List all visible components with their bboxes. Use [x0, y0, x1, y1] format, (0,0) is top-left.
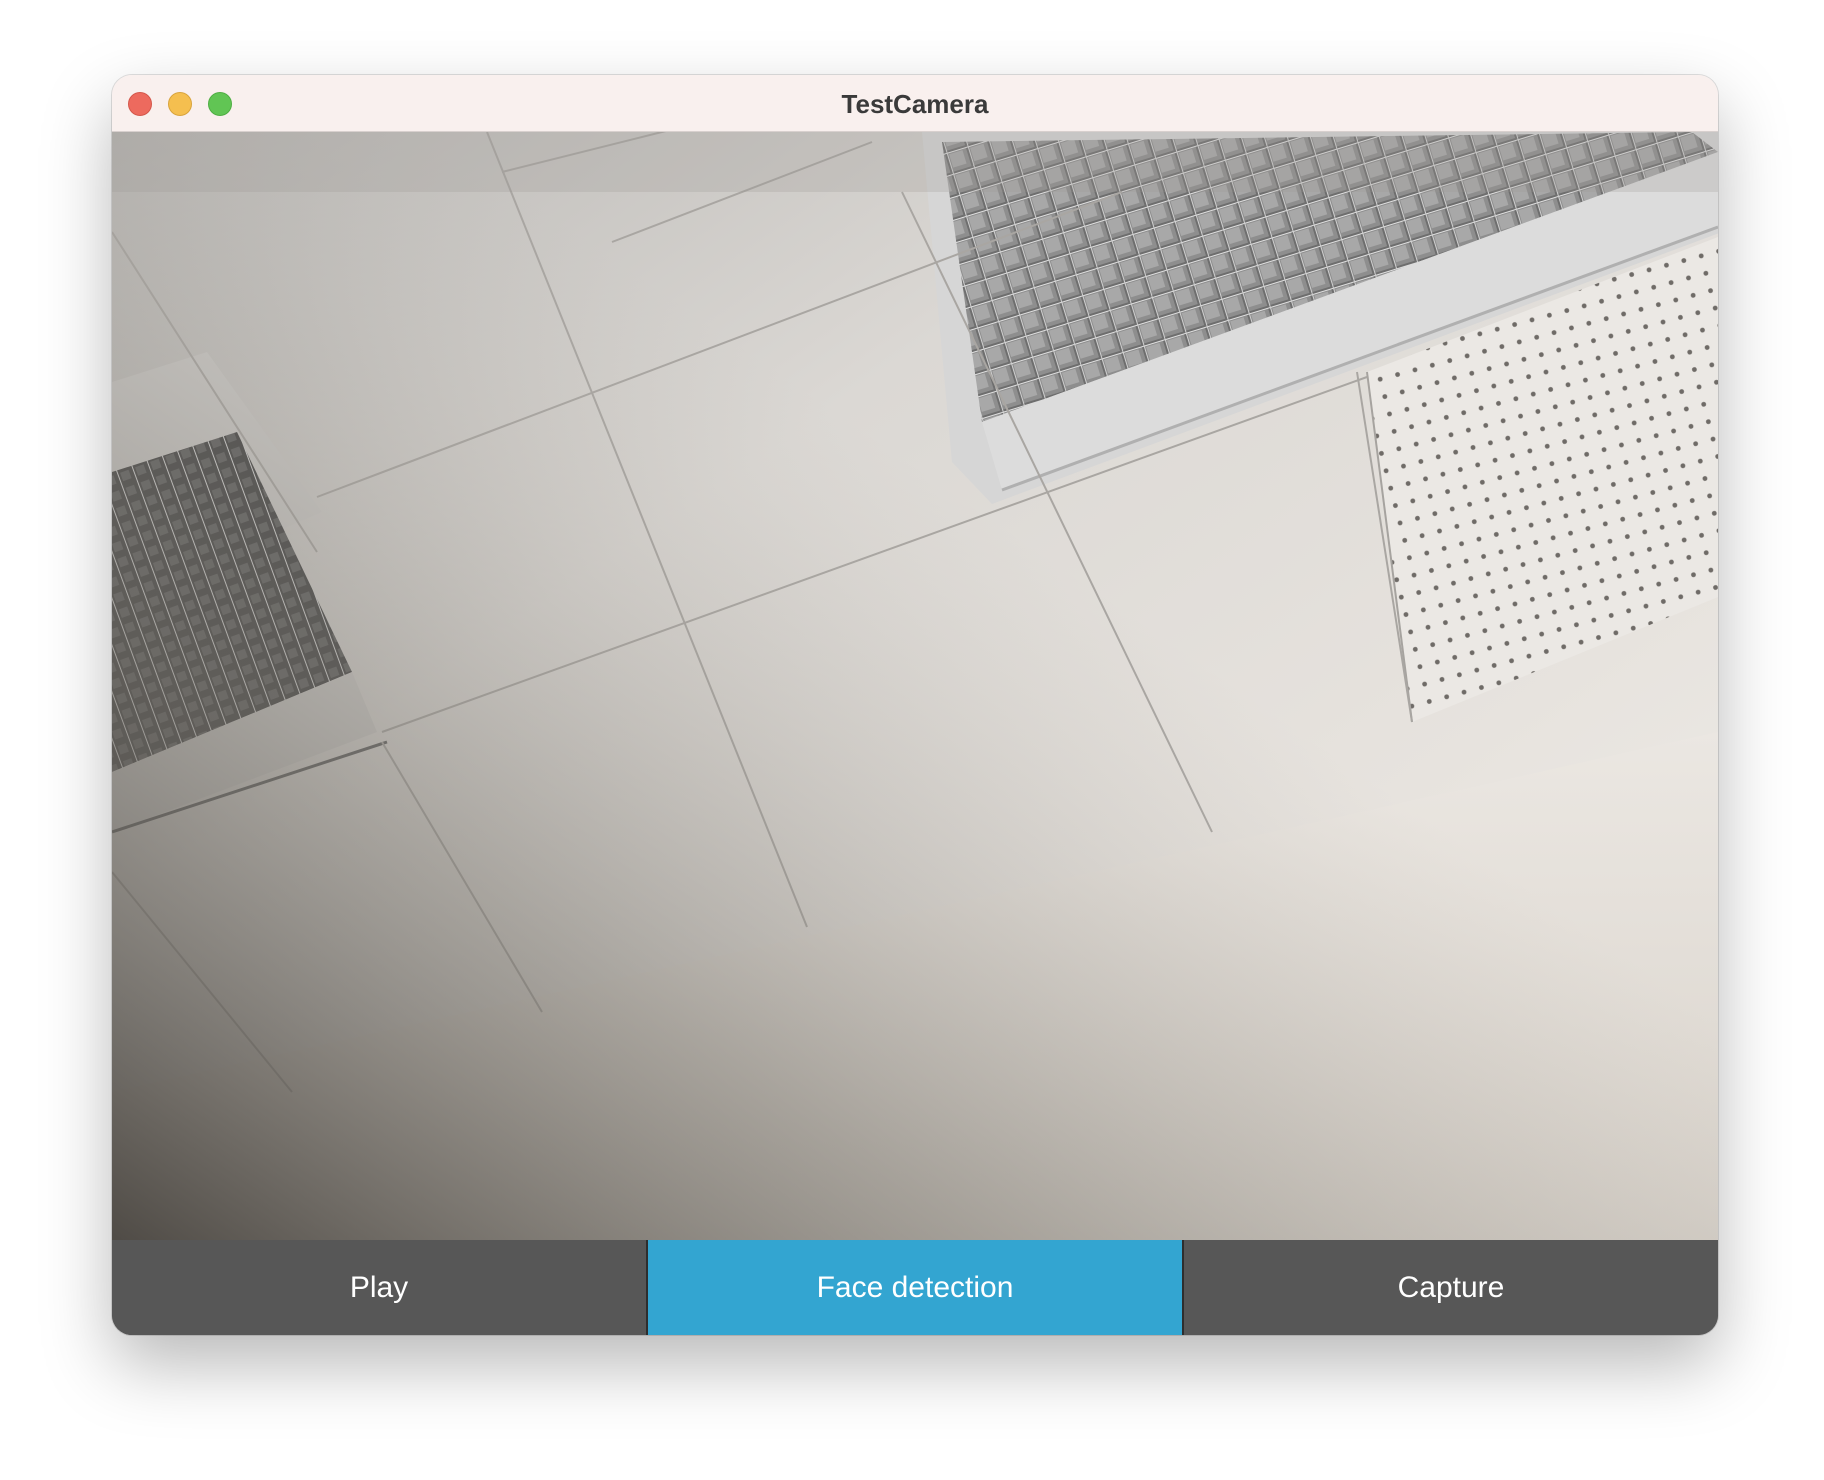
camera-frame-image [112, 132, 1718, 1240]
play-button[interactable]: Play [112, 1240, 646, 1335]
camera-preview [112, 132, 1718, 1240]
face-detection-button[interactable]: Face detection [646, 1240, 1182, 1335]
capture-button[interactable]: Capture [1182, 1240, 1718, 1335]
control-bar: Play Face detection Capture [112, 1240, 1718, 1335]
title-bar: TestCamera [112, 75, 1718, 132]
window-title: TestCamera [841, 89, 989, 119]
app-window: TestCamera Play Face detection Capture [112, 75, 1718, 1335]
